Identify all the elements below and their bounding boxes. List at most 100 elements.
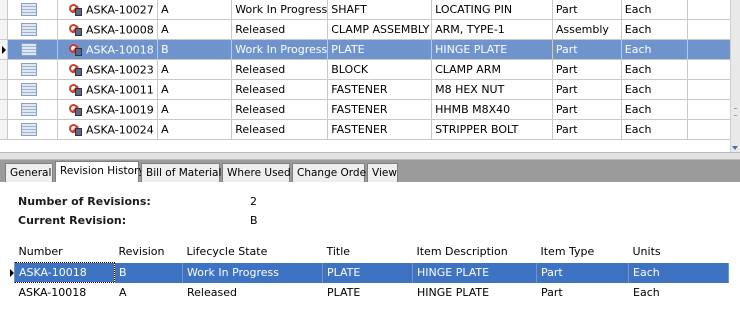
- document-cell[interactable]: [7, 59, 59, 80]
- revision-row[interactable]: ASKA-10018 B Work In Progress PLATE HINGE PL…: [8, 262, 729, 283]
- revision-cell[interactable]: A: [157, 79, 233, 100]
- document-cell[interactable]: [7, 19, 59, 40]
- description-cell[interactable]: HINGE PLATE: [412, 282, 537, 302]
- description-cell[interactable]: M8 HEX NUT: [431, 79, 553, 100]
- column-header-title[interactable]: Title: [322, 240, 413, 263]
- number-cell[interactable]: ASKA-10008: [57, 19, 159, 40]
- revision-cell[interactable]: A: [157, 119, 233, 140]
- item-type-cell[interactable]: Part: [552, 99, 622, 120]
- revision-cell[interactable]: A: [157, 0, 233, 20]
- lifecycle-cell[interactable]: Released: [231, 79, 329, 100]
- item-row[interactable]: ASKA-10027 A Work In Progress SHAFT LOCATING…: [0, 0, 740, 20]
- item-row[interactable]: ASKA-10018 B Work In Progress PLATE HINGE PL…: [0, 39, 740, 60]
- units-cell[interactable]: Each: [621, 0, 689, 20]
- document-icon[interactable]: [21, 83, 38, 97]
- number-cell[interactable]: ASKA-10018: [57, 39, 159, 60]
- item-type-cell[interactable]: Part: [552, 59, 622, 80]
- title-cell[interactable]: FASTENER: [327, 79, 433, 100]
- title-cell[interactable]: PLATE: [322, 282, 413, 302]
- column-header-number[interactable]: Number: [14, 240, 115, 263]
- title-cell[interactable]: PLATE: [327, 39, 433, 60]
- item-row[interactable]: ASKA-10011 A Released FASTENER M8 HEX NUT Par…: [0, 79, 740, 100]
- item-row[interactable]: ASKA-10019 A Released FASTENER HHMB M8X40 Par…: [0, 99, 740, 120]
- item-type-cell[interactable]: Part: [552, 0, 622, 20]
- revision-history-grid[interactable]: Number Revision Lifecycle State Title It…: [8, 240, 740, 302]
- number-cell[interactable]: ASKA-10027: [57, 0, 159, 20]
- item-row[interactable]: ASKA-10008 A Released CLAMP ASSEMBLY ARM, TY…: [0, 19, 740, 40]
- title-cell[interactable]: FASTENER: [327, 99, 433, 120]
- lifecycle-cell[interactable]: Work In Progress: [182, 262, 323, 283]
- item-row[interactable]: ASKA-10023 A Released BLOCK CLAMP ARM Part Eac…: [0, 59, 740, 80]
- title-cell[interactable]: SHAFT: [327, 0, 433, 20]
- number-cell[interactable]: ASKA-10024: [57, 119, 159, 140]
- number-cell[interactable]: ASKA-10018: [14, 262, 115, 283]
- tab-where-used[interactable]: Where Used: [222, 163, 291, 182]
- row-indicator[interactable]: [0, 19, 9, 40]
- revision-cell[interactable]: A: [157, 19, 233, 40]
- description-cell[interactable]: CLAMP ARM: [431, 59, 553, 80]
- tab-revision-history[interactable]: Revision History: [55, 161, 145, 182]
- row-indicator[interactable]: [0, 79, 9, 100]
- units-cell[interactable]: Each: [621, 39, 689, 60]
- document-icon[interactable]: [21, 123, 38, 137]
- number-cell[interactable]: ASKA-10023: [57, 59, 159, 80]
- description-cell[interactable]: ARM, TYPE-1: [431, 19, 553, 40]
- document-icon[interactable]: [21, 23, 38, 37]
- units-cell[interactable]: Each: [628, 282, 729, 302]
- units-cell[interactable]: Each: [621, 19, 689, 40]
- vertical-scrollbar[interactable]: [730, 0, 740, 152]
- description-cell[interactable]: HINGE PLATE: [431, 39, 553, 60]
- document-icon[interactable]: [21, 43, 38, 57]
- lifecycle-cell[interactable]: Work In Progress: [231, 39, 329, 60]
- column-header-item-description[interactable]: Item Description: [412, 240, 537, 263]
- tab-general[interactable]: General: [5, 163, 53, 182]
- revision-cell[interactable]: B: [157, 39, 233, 60]
- units-cell[interactable]: Each: [621, 99, 689, 120]
- title-cell[interactable]: PLATE: [322, 262, 413, 283]
- column-header-revision[interactable]: Revision: [114, 240, 183, 263]
- column-header-lifecycle-state[interactable]: Lifecycle State: [182, 240, 323, 263]
- item-type-cell[interactable]: Part: [536, 282, 629, 302]
- document-cell[interactable]: [7, 0, 59, 20]
- number-cell[interactable]: ASKA-10011: [57, 79, 159, 100]
- units-cell[interactable]: Each: [621, 59, 689, 80]
- lifecycle-cell[interactable]: Released: [231, 99, 329, 120]
- row-indicator[interactable]: [0, 39, 9, 60]
- item-type-cell[interactable]: Part: [552, 39, 622, 60]
- item-type-cell[interactable]: Part: [552, 119, 622, 140]
- document-cell[interactable]: [7, 99, 59, 120]
- units-cell[interactable]: Each: [621, 119, 689, 140]
- revision-cell[interactable]: A: [157, 59, 233, 80]
- title-cell[interactable]: BLOCK: [327, 59, 433, 80]
- revision-cell[interactable]: B: [114, 262, 183, 283]
- column-header-units[interactable]: Units: [628, 240, 729, 263]
- document-cell[interactable]: [7, 39, 59, 60]
- lifecycle-cell[interactable]: Released: [182, 282, 323, 302]
- revision-cell[interactable]: A: [157, 99, 233, 120]
- number-cell[interactable]: ASKA-10019: [57, 99, 159, 120]
- revision-cell[interactable]: A: [114, 282, 183, 302]
- tab-bill-of-materials[interactable]: Bill of Materials: [141, 163, 227, 182]
- lifecycle-cell[interactable]: Released: [231, 59, 329, 80]
- tab-view[interactable]: View: [367, 163, 398, 182]
- revision-row[interactable]: ASKA-10018 A Released PLATE HINGE PLATE Part E…: [8, 282, 729, 302]
- item-type-cell[interactable]: Part: [536, 262, 629, 283]
- lifecycle-cell[interactable]: Released: [231, 19, 329, 40]
- item-type-cell[interactable]: Part: [552, 79, 622, 100]
- items-grid[interactable]: ASKA-10027 A Work In Progress SHAFT LOCATING…: [0, 0, 740, 152]
- item-type-cell[interactable]: Assembly: [552, 19, 622, 40]
- scroll-down-arrow-icon[interactable]: [732, 146, 738, 150]
- column-header-item-type[interactable]: Item Type: [536, 240, 629, 263]
- row-indicator[interactable]: [0, 119, 9, 140]
- description-cell[interactable]: HHMB M8X40: [431, 99, 553, 120]
- title-cell[interactable]: CLAMP ASSEMBLY: [327, 19, 433, 40]
- row-indicator[interactable]: [0, 59, 9, 80]
- units-cell[interactable]: Each: [621, 79, 689, 100]
- lifecycle-cell[interactable]: Released: [231, 119, 329, 140]
- description-cell[interactable]: LOCATING PIN: [431, 0, 553, 20]
- panel-splitter[interactable]: [0, 152, 740, 160]
- scroll-grip-icon[interactable]: [734, 108, 737, 116]
- lifecycle-cell[interactable]: Work In Progress: [231, 0, 329, 20]
- row-indicator[interactable]: [0, 0, 9, 20]
- document-cell[interactable]: [7, 79, 59, 100]
